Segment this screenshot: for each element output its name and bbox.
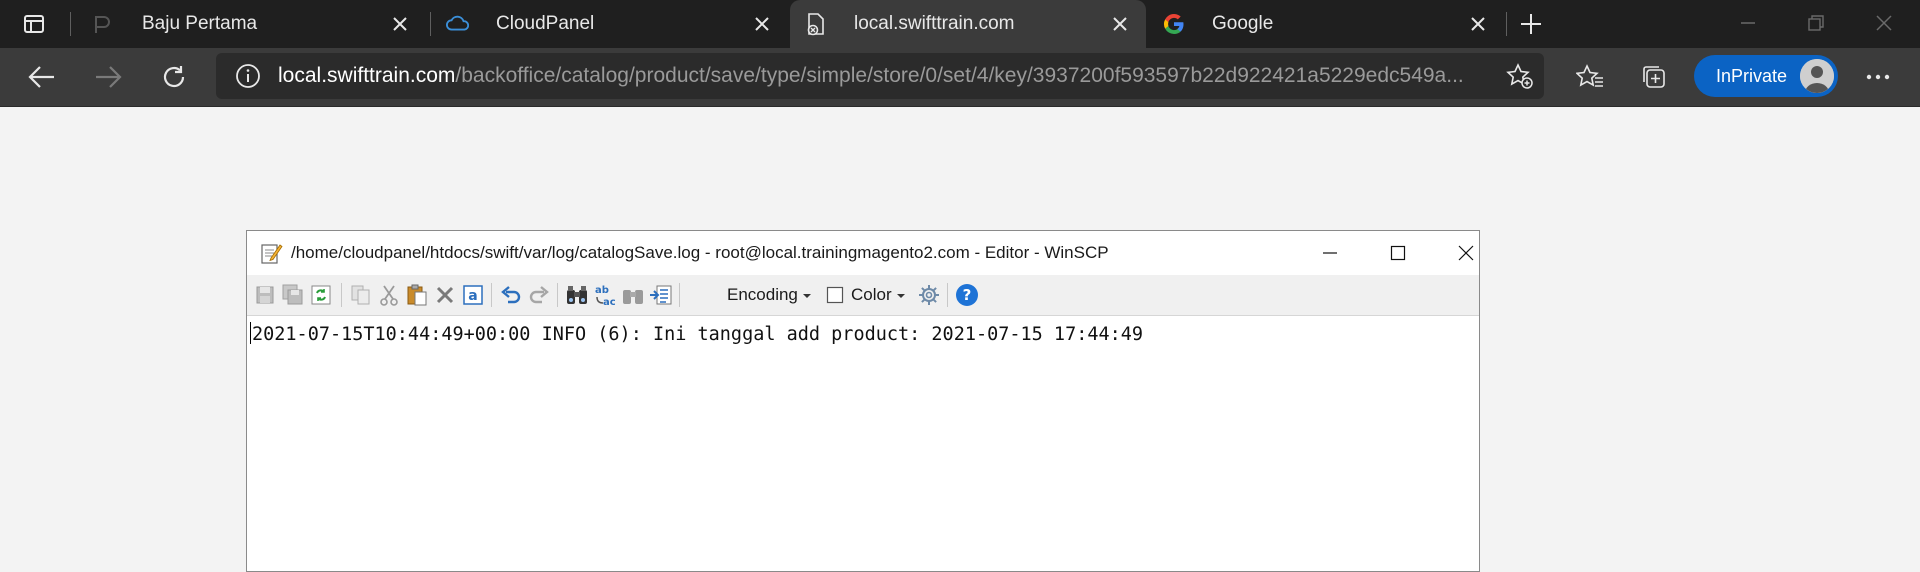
encoding-label: Encoding	[727, 285, 798, 304]
log-line: 2021-07-15T10:44:49+00:00 INFO (6): Ini …	[252, 324, 1144, 345]
svg-text:ac: ac	[603, 297, 616, 307]
editor-maximize-icon[interactable]	[1375, 238, 1421, 268]
encoding-dropdown[interactable]: Encoding	[727, 283, 812, 307]
google-icon	[1162, 12, 1186, 36]
replace-icon[interactable]: ab ac	[593, 283, 617, 307]
tab-local-swifttrain[interactable]: local.swifttrain.com	[790, 0, 1146, 48]
tab-separator	[1506, 12, 1507, 36]
back-arrow-icon[interactable]	[24, 61, 60, 93]
refresh-icon[interactable]	[156, 61, 192, 93]
tab-title: Google	[1212, 13, 1274, 34]
svg-text:ab: ab	[595, 285, 609, 296]
document-error-icon	[804, 12, 828, 36]
reload-icon[interactable]	[309, 283, 333, 307]
url-host: local.swifttrain.com	[278, 64, 456, 87]
editor-minimize-icon[interactable]	[1307, 238, 1353, 268]
chevron-down-icon	[896, 285, 906, 305]
toolbar-separator	[947, 283, 948, 307]
color-dropdown[interactable]: Color	[851, 283, 906, 307]
tab-separator	[70, 12, 71, 36]
chevron-down-icon	[802, 285, 812, 305]
editor-toolbar: a ab ac Encoding Color ?	[247, 275, 1479, 316]
page-icon	[90, 12, 114, 36]
redo-icon[interactable]	[527, 283, 551, 307]
add-favorite-icon[interactable]	[1506, 62, 1534, 90]
find-icon[interactable]	[565, 283, 589, 307]
help-icon[interactable]: ?	[955, 283, 979, 307]
minimize-icon[interactable]	[1728, 8, 1768, 38]
editor-text-area[interactable]: 2021-07-15T10:44:49+00:00 INFO (6): Ini …	[247, 316, 1479, 571]
cut-icon[interactable]	[377, 283, 401, 307]
text-caret	[250, 322, 251, 344]
editor-close-icon[interactable]	[1443, 238, 1489, 268]
delete-icon[interactable]	[433, 283, 457, 307]
window-close-icon[interactable]	[1864, 8, 1904, 38]
address-bar[interactable]: local.swifttrain.com/backoffice/catalog/…	[216, 53, 1544, 99]
new-tab-plus-icon[interactable]	[1516, 10, 1546, 38]
toolbar-separator	[491, 283, 492, 307]
paste-icon[interactable]	[405, 283, 429, 307]
close-icon[interactable]	[388, 12, 412, 36]
tab-title: CloudPanel	[496, 13, 595, 34]
gear-icon[interactable]	[917, 283, 941, 307]
find-next-icon[interactable]	[621, 283, 645, 307]
url-text[interactable]: local.swifttrain.com/backoffice/catalog/…	[278, 64, 1478, 88]
close-icon[interactable]	[1108, 12, 1132, 36]
tab-google[interactable]: Google	[1150, 0, 1504, 48]
winscp-editor-window: /home/cloudpanel/htdocs/swift/var/log/ca…	[246, 230, 1480, 572]
undo-icon[interactable]	[499, 283, 523, 307]
more-options-icon[interactable]	[1860, 61, 1896, 93]
save-icon[interactable]	[253, 283, 277, 307]
svg-text:a: a	[468, 288, 477, 304]
favorites-icon[interactable]	[1572, 61, 1608, 93]
toolbar-separator	[341, 283, 342, 307]
avatar	[1800, 59, 1834, 93]
go-to-line-icon[interactable]	[649, 283, 673, 307]
browser-tab-strip: Baju Pertama CloudPanel local.swifttrain…	[0, 0, 1920, 48]
notepad-icon	[259, 241, 283, 265]
tab-cloudpanel[interactable]: CloudPanel	[434, 0, 788, 48]
editor-title: /home/cloudpanel/htdocs/swift/var/log/ca…	[291, 243, 1109, 262]
select-all-icon[interactable]: a	[461, 283, 485, 307]
tab-baju-pertama[interactable]: Baju Pertama	[76, 0, 426, 48]
tab-title: local.swifttrain.com	[854, 13, 1015, 34]
restore-icon[interactable]	[1796, 8, 1836, 38]
tab-separator	[430, 12, 431, 36]
tab-title: Baju Pertama	[142, 13, 258, 34]
toolbar-separator	[557, 283, 558, 307]
inprivate-label: InPrivate	[1716, 65, 1788, 86]
copy-icon[interactable]	[349, 283, 373, 307]
close-icon[interactable]	[1466, 12, 1490, 36]
browser-toolbar: local.swifttrain.com/backoffice/catalog/…	[0, 48, 1920, 107]
collections-icon[interactable]	[1636, 61, 1672, 93]
toolbar-separator	[679, 283, 680, 307]
site-info-icon[interactable]	[234, 62, 262, 90]
url-path: /backoffice/catalog/product/save/type/si…	[455, 64, 1464, 87]
cloud-icon	[446, 12, 470, 36]
tab-actions-icon[interactable]	[16, 10, 52, 38]
close-icon[interactable]	[750, 12, 774, 36]
forward-arrow-icon[interactable]	[90, 61, 126, 93]
inprivate-button[interactable]: InPrivate	[1694, 55, 1838, 97]
color-label: Color	[851, 285, 892, 304]
save-all-icon[interactable]	[281, 283, 305, 307]
svg-text:?: ?	[963, 286, 972, 304]
editor-title-bar[interactable]: /home/cloudpanel/htdocs/swift/var/log/ca…	[247, 231, 1479, 275]
color-checkbox-icon[interactable]	[823, 283, 847, 307]
